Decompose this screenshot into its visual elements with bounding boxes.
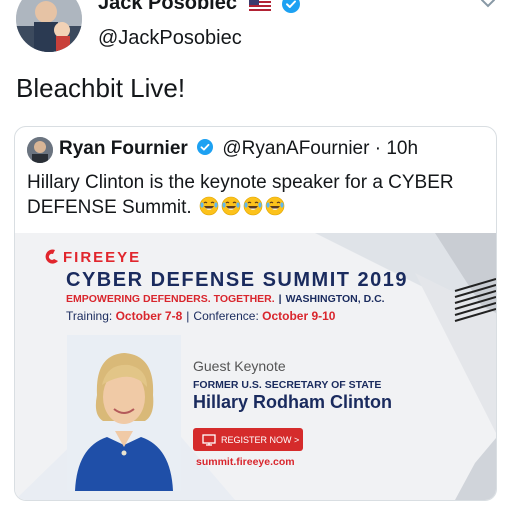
summit-dates: Training: October 7-8 | Conference: Octobe… — [66, 309, 335, 323]
summit-title: CYBER DEFENSE SUMMIT 2019 — [66, 269, 409, 291]
conference-label: Conference: — [193, 309, 259, 323]
verified-badge-icon — [282, 0, 301, 13]
quoted-avatar[interactable] — [27, 137, 53, 163]
tweet-text: Bleachbit Live! — [16, 73, 186, 103]
avatar-photo-icon — [16, 0, 82, 52]
quoted-header: Ryan Fournier @RyanAFournier · 10h — [59, 138, 418, 160]
quoted-display-name[interactable]: Ryan Fournier — [59, 138, 188, 159]
us-flag-icon — [248, 0, 271, 11]
emoji-row — [197, 196, 285, 218]
fireeye-logo-text: FIREEYE — [63, 248, 142, 266]
user-handle[interactable]: @JackPosobiec — [98, 27, 242, 50]
tweet-header: Jack Posobiec @JackPosobiec — [0, 0, 511, 60]
training-dates: October 7-8 — [115, 309, 183, 323]
quoted-tweet-text: Hillary Clinton is the keynote speaker f… — [27, 170, 482, 220]
speaker-portrait-icon — [67, 335, 181, 491]
tagline-location: WASHINGTON, D.C. — [285, 293, 385, 305]
laughing-face-icon — [243, 196, 263, 216]
laughing-face-icon — [199, 196, 219, 216]
quoted-handle-time: @RyanAFournier · 10h — [222, 138, 419, 159]
training-label: Training: — [66, 309, 113, 323]
summit-banner-image[interactable]: FIREEYE CYBER DEFENSE SUMMIT 2019 EMPOWE… — [15, 233, 496, 500]
keynote-photo — [67, 335, 181, 491]
laughing-face-icon — [265, 196, 285, 216]
chevron-down-icon[interactable] — [480, 0, 496, 10]
quoted-tweet-card[interactable]: Ryan Fournier @RyanAFournier · 10h Hilla… — [14, 126, 497, 501]
monitor-icon — [202, 433, 216, 446]
keynote-name: Hillary Rodham Clinton — [193, 392, 393, 412]
tagline-separator: | — [278, 293, 282, 305]
register-now-button[interactable]: REGISTER NOW > — [193, 428, 303, 451]
fireeye-logo: FIREEYE — [45, 248, 142, 266]
summit-link[interactable]: summit.fireeye.com — [196, 456, 295, 468]
summit-tagline: EMPOWERING DEFENDERS. TOGETHER. | WASHINGT… — [66, 293, 385, 305]
keynote-label: Guest Keynote — [193, 358, 286, 374]
conference-dates: October 9-10 — [262, 309, 336, 323]
laughing-face-icon — [221, 196, 241, 216]
tagline-slogan: EMPOWERING DEFENDERS. TOGETHER. — [66, 293, 275, 305]
verified-badge-icon — [197, 139, 214, 155]
keynote-role: FORMER U.S. SECRETARY OF STATE — [193, 379, 382, 391]
fireeye-flame-icon — [45, 249, 58, 264]
avatar-photo-icon — [27, 137, 53, 163]
display-name[interactable]: Jack Posobiec — [98, 0, 237, 14]
dates-separator: | — [186, 309, 190, 323]
profile-avatar[interactable] — [16, 0, 82, 52]
register-now-label: REGISTER NOW > — [221, 434, 300, 445]
display-name-row[interactable]: Jack Posobiec — [98, 0, 301, 15]
